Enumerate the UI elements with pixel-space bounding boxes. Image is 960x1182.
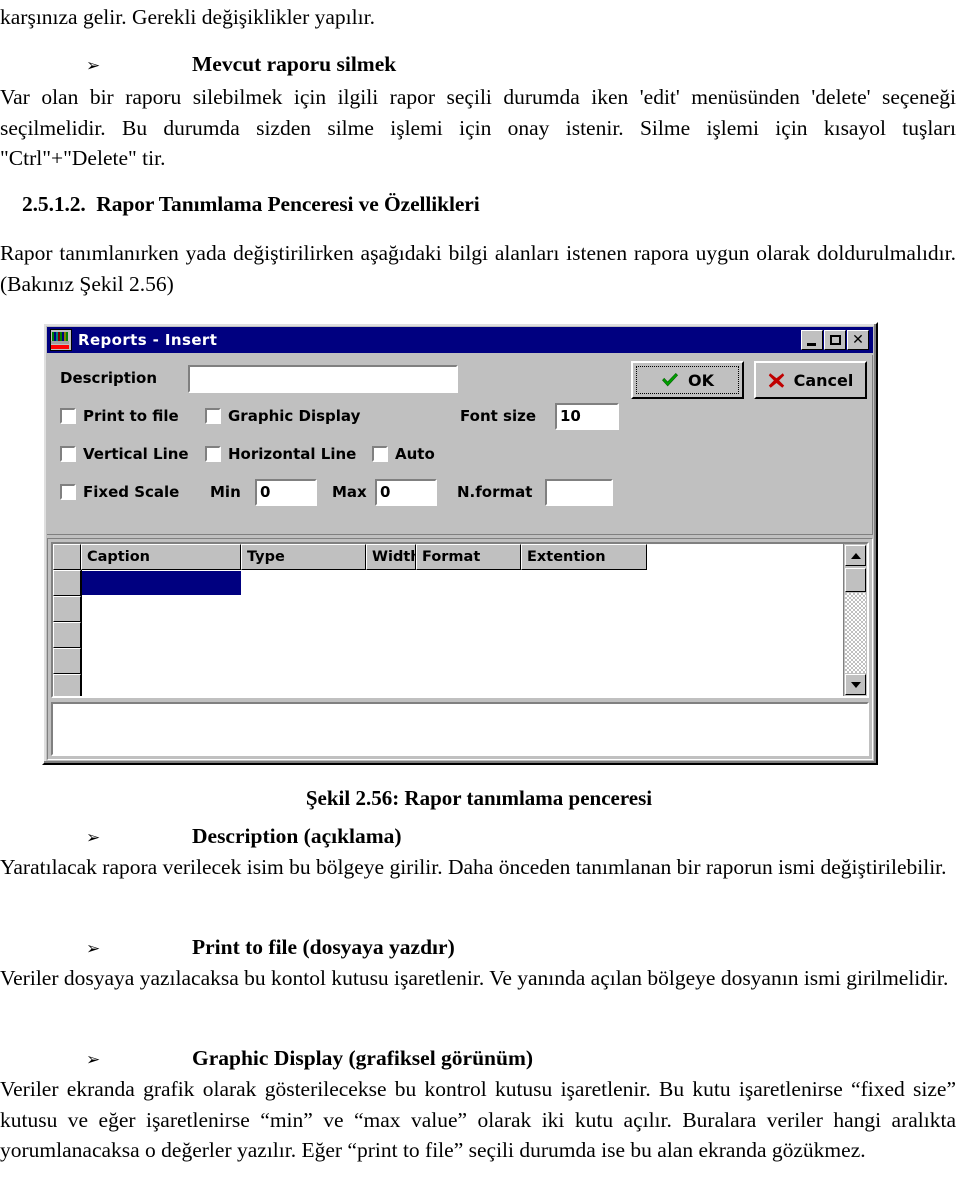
reports-insert-dialog: Reports - Insert ✕ Description OK Cancel… — [42, 322, 878, 765]
dialog-titlebar[interactable]: Reports - Insert ✕ — [47, 327, 873, 353]
description-paragraph-text: Yaratılacak rapora verilecek isim bu böl… — [0, 855, 947, 879]
bullet-heading-label: Description (açıklama) — [192, 824, 402, 848]
bullet-heading-label: Graphic Display (grafiksel görünüm) — [192, 1046, 534, 1070]
section-title: Rapor Tanımlama Penceresi ve Özellikleri — [96, 192, 480, 216]
arrow-bullet-icon: ➢ — [86, 56, 101, 76]
max-label: Max — [332, 483, 367, 501]
section-intro-paragraph: Rapor tanımlanırken yada değiştirilirken… — [0, 238, 958, 299]
table-row[interactable] — [53, 622, 81, 648]
dialog-title: Reports - Insert — [78, 331, 218, 349]
graphic-display-label: Graphic Display — [228, 407, 361, 425]
grid-header-format[interactable]: Format — [416, 544, 521, 570]
columns-grid-panel: Caption Type Width Format Extention — [47, 538, 873, 760]
nformat-label: N.format — [457, 483, 533, 501]
grid-selected-cell[interactable] — [82, 571, 241, 595]
description-label: Description — [60, 369, 158, 387]
green-check-icon — [662, 372, 679, 387]
section-intro-paragraph-text: Rapor tanımlanırken yada değiştirilirken… — [0, 241, 956, 296]
scroll-up-icon[interactable] — [845, 545, 866, 566]
horizontal-line-label: Horizontal Line — [228, 445, 357, 463]
grid-vertical-scrollbar[interactable] — [843, 544, 867, 696]
checkbox-auto[interactable]: Auto — [372, 445, 435, 463]
grid-header-extention[interactable]: Extention — [521, 544, 647, 570]
scrollbar-track[interactable] — [845, 593, 866, 673]
max-input[interactable]: 0 — [375, 479, 437, 506]
grid-header-width[interactable]: Width — [366, 544, 416, 570]
font-size-label: Font size — [460, 407, 536, 425]
print-to-file-label: Print to file — [83, 407, 179, 425]
description-input[interactable] — [188, 365, 458, 393]
report-app-icon — [50, 329, 72, 351]
grid-header-row: Caption Type Width Format Extention — [53, 544, 647, 570]
checkbox-graphic-display[interactable]: Graphic Display — [205, 407, 360, 425]
print-to-file-paragraph: Veriler dosyaya yazılacaksa bu kontol ku… — [0, 963, 958, 994]
intro-paragraph-text: karşınıza gelir. Gerekli değişiklikler y… — [0, 5, 375, 29]
horizontal-line-checkbox[interactable] — [205, 446, 221, 462]
font-size-row: Font size — [460, 407, 536, 425]
min-input[interactable]: 0 — [255, 479, 317, 506]
delete-report-paragraph: Var olan bir raporu silebilmek için ilgi… — [0, 82, 958, 174]
bullet-heading-print-to-file: ➢ Print to file (dosyaya yazdır) — [0, 935, 958, 960]
checkbox-horizontal-line[interactable]: Horizontal Line — [205, 445, 356, 463]
figure-caption: Şekil 2.56: Rapor tanımlama penceresi — [305, 786, 653, 810]
intro-paragraph: karşınıza gelir. Gerekli değişiklikler y… — [0, 2, 958, 33]
document-page: karşınıza gelir. Gerekli değişiklikler y… — [0, 0, 960, 1182]
grid-header-caption[interactable]: Caption — [81, 544, 241, 570]
maximize-icon[interactable] — [824, 330, 846, 350]
delete-report-paragraph-text: Var olan bir raporu silebilmek için ilgi… — [0, 85, 956, 171]
bullet-heading-description: ➢ Description (açıklama) — [0, 824, 958, 849]
ok-button[interactable]: OK — [631, 361, 744, 399]
table-row[interactable] — [53, 674, 81, 696]
close-icon[interactable]: ✕ — [847, 330, 869, 350]
cancel-button-label: Cancel — [793, 370, 854, 390]
vertical-line-checkbox[interactable] — [60, 446, 76, 462]
min-label: Min — [210, 483, 241, 501]
red-x-icon — [768, 372, 784, 388]
grid-header-type[interactable]: Type — [241, 544, 366, 570]
section-number: 2.5.1.2. — [22, 192, 86, 216]
table-row[interactable] — [53, 596, 81, 622]
window-controls: ✕ — [801, 330, 869, 350]
description-row: Description — [60, 369, 157, 387]
print-to-file-checkbox[interactable] — [60, 408, 76, 424]
arrow-bullet-icon: ➢ — [86, 1050, 101, 1070]
scroll-down-icon[interactable] — [845, 674, 866, 695]
grid-footer-area — [51, 702, 869, 756]
auto-label: Auto — [395, 445, 435, 463]
graphic-display-paragraph: Veriler ekranda grafik olarak gösterilec… — [0, 1074, 958, 1166]
bullet-heading-graphic-display: ➢ Graphic Display (grafiksel görünüm) — [0, 1046, 958, 1071]
bullet-heading-label: Mevcut raporu silmek — [192, 52, 397, 76]
grid-corner-cell[interactable] — [53, 544, 81, 570]
cancel-button[interactable]: Cancel — [754, 361, 867, 399]
bullet-heading-label: Print to file (dosyaya yazdır) — [192, 935, 455, 959]
table-row[interactable] — [53, 648, 81, 674]
minimize-icon[interactable] — [801, 330, 823, 350]
columns-grid[interactable]: Caption Type Width Format Extention — [51, 542, 869, 698]
dialog-form-area: Description OK Cancel Print to file Grap… — [47, 355, 873, 535]
table-row[interactable] — [53, 570, 81, 596]
arrow-bullet-icon: ➢ — [86, 939, 101, 959]
description-paragraph: Yaratılacak rapora verilecek isim bu böl… — [0, 852, 958, 883]
ok-button-label: OK — [688, 370, 714, 390]
checkbox-vertical-line[interactable]: Vertical Line — [60, 445, 189, 463]
checkbox-fixed-scale[interactable]: Fixed Scale — [60, 483, 179, 501]
graphic-display-checkbox[interactable] — [205, 408, 221, 424]
max-row: Max — [332, 483, 367, 501]
scrollbar-thumb[interactable] — [845, 568, 866, 592]
fixed-scale-label: Fixed Scale — [83, 483, 180, 501]
figure-report-definition-window: Reports - Insert ✕ Description OK Cancel… — [42, 322, 880, 767]
print-to-file-paragraph-text: Veriler dosyaya yazılacaksa bu kontol ku… — [0, 966, 949, 990]
checkbox-print-to-file[interactable]: Print to file — [60, 407, 179, 425]
graphic-display-paragraph-text: Veriler ekranda grafik olarak gösterilec… — [0, 1077, 956, 1163]
nformat-input[interactable] — [545, 479, 613, 506]
bullet-heading-delete-report: ➢ Mevcut raporu silmek — [0, 52, 958, 77]
fixed-scale-checkbox[interactable] — [60, 484, 76, 500]
section-heading: 2.5.1.2. Rapor Tanımlama Penceresi ve Öz… — [22, 192, 952, 217]
min-row: Min — [210, 483, 241, 501]
font-size-input[interactable]: 10 — [555, 403, 619, 430]
vertical-line-label: Vertical Line — [83, 445, 189, 463]
nformat-row: N.format — [457, 483, 532, 501]
auto-checkbox[interactable] — [372, 446, 388, 462]
arrow-bullet-icon: ➢ — [86, 828, 101, 848]
